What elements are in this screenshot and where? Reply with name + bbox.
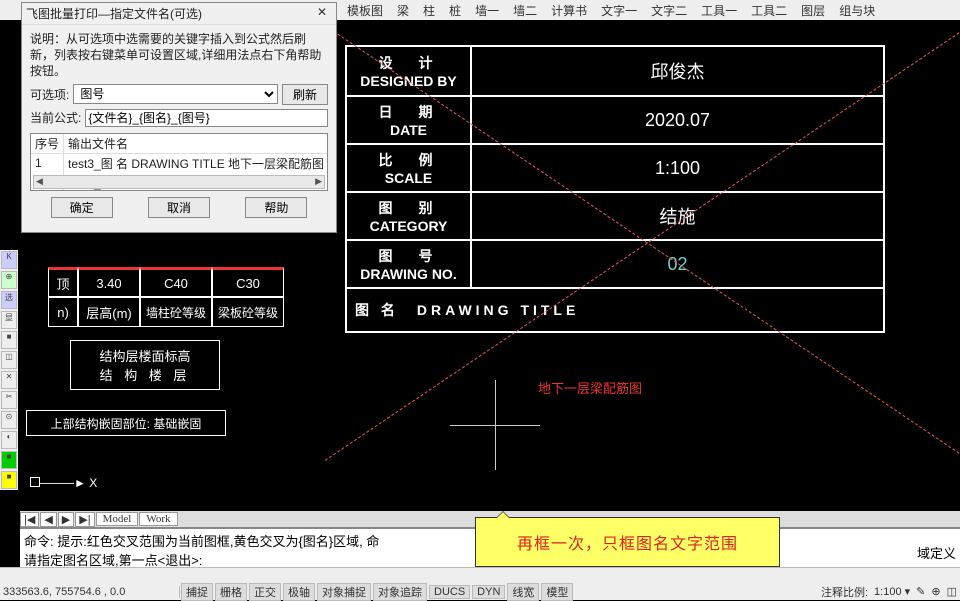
floor-label: 结构层楼面标高结 构 楼 层 <box>70 340 220 390</box>
tool-button[interactable]: ⊙ <box>1 411 17 429</box>
tab-nav[interactable]: ▶| <box>75 512 94 527</box>
annotation-bar <box>0 567 960 583</box>
embed-label: 上部结构嵌固部位: 基础嵌固 <box>26 410 226 436</box>
filename-table[interactable]: 序号输出文件名 1test3_图 名 DRAWING TITLE 地下一层梁配筋… <box>30 133 328 191</box>
status-toggle[interactable]: 对象追踪 <box>373 583 427 601</box>
tool-button[interactable]: ◫ <box>1 351 17 369</box>
tool-button[interactable]: ⊕ <box>1 271 17 289</box>
hint-balloon: 再框一次，只框图名文字范围 <box>475 517 780 567</box>
cancel-button[interactable]: 取消 <box>148 197 210 218</box>
ucs-icon: ────► X <box>30 476 97 490</box>
tool-button[interactable]: ✕ <box>1 371 17 389</box>
tool-button[interactable]: K <box>1 251 17 269</box>
anno-scale-value[interactable]: 1:100 ▾ <box>874 585 910 598</box>
status-toggle[interactable]: 线宽 <box>507 583 539 601</box>
status-toggle[interactable]: 栅格 <box>215 583 247 601</box>
filename-dialog: 飞图批量打印—指定文件名(可选) ✕ 说明：从可选项中选需要的关键字插入到公式然… <box>21 2 337 233</box>
tab-work[interactable]: Work <box>139 512 177 526</box>
table-row: 1test3_图 名 DRAWING TITLE 地下一层梁配筋图 <box>31 153 328 173</box>
status-toggle[interactable]: 正交 <box>249 583 281 601</box>
tool-button[interactable]: 选 <box>1 291 17 309</box>
status-toggle[interactable]: DYN <box>472 585 505 599</box>
tool-button[interactable]: ■ <box>1 471 17 489</box>
status-icon[interactable]: ⊕ <box>931 585 940 598</box>
menu-item[interactable]: 工具二 <box>751 2 787 19</box>
option-select[interactable]: 图号 <box>73 84 278 104</box>
menu-item[interactable]: 桩 <box>449 2 461 19</box>
menu-item[interactable]: 计算书 <box>551 2 587 19</box>
menu-item[interactable]: 梁 <box>397 2 409 19</box>
tab-nav[interactable]: ▶ <box>58 512 74 527</box>
tab-nav[interactable]: |◀ <box>20 512 39 527</box>
anno-scale-label: 注释比例: <box>821 584 868 600</box>
menu-item[interactable]: 文字一 <box>601 2 637 19</box>
tool-button[interactable]: ■ <box>1 331 17 349</box>
tool-button[interactable]: ✂ <box>1 391 17 409</box>
formula-input[interactable] <box>85 109 328 127</box>
tab-nav[interactable]: ◀ <box>40 512 56 527</box>
col-seq: 序号 <box>31 134 64 154</box>
drawing-name-text: 地下一层梁配筋图 <box>538 378 642 397</box>
menu-item[interactable]: 柱 <box>423 2 435 19</box>
status-icon[interactable]: ◫ <box>947 585 957 598</box>
menu-item[interactable]: 文字二 <box>651 2 687 19</box>
status-icon[interactable]: ✎ <box>916 585 925 598</box>
status-toggle[interactable]: 对象捕捉 <box>317 583 371 601</box>
refresh-button[interactable]: 刷新 <box>282 84 328 105</box>
dialog-title: 飞图批量打印—指定文件名(可选) <box>26 5 202 22</box>
command-line-right: 域定义 <box>917 543 956 562</box>
tool-button[interactable]: ■ <box>1 451 17 469</box>
close-icon[interactable]: ✕ <box>312 5 332 22</box>
tool-button[interactable]: 显 <box>1 311 17 329</box>
status-toggle[interactable]: 模型 <box>541 583 573 601</box>
floor-table: 顶 3.40 C40 C30 n) 层高(m) 墙柱砼等级 梁板砼等级 <box>48 267 298 327</box>
coordinates: 333563.6, 755754.6 , 0.0 <box>0 586 180 598</box>
col-name: 输出文件名 <box>64 134 328 154</box>
dialog-description: 说明：从可选项中选需要的关键字插入到公式然后刷新，列表按右键菜单可设置区域,详细… <box>30 31 328 80</box>
menu-item[interactable]: 组与块 <box>839 2 875 19</box>
menu-item[interactable]: 墙二 <box>513 2 537 19</box>
formula-label: 当前公式: <box>30 109 81 126</box>
h-scrollbar[interactable] <box>33 175 325 189</box>
status-toggle[interactable]: 极轴 <box>283 583 315 601</box>
status-bar: 333563.6, 755754.6 , 0.0 捕捉 栅格 正交 极轴 对象捕… <box>0 583 960 600</box>
drawing-title: 图 名 DRAWING TITLE <box>347 287 883 331</box>
option-label: 可选项: <box>30 86 69 103</box>
tool-button[interactable]: ◐ <box>1 431 17 449</box>
left-toolbar: K ⊕ 选 显 ■ ◫ ✕ ✂ ⊙ ◐ ■ ■ <box>0 250 18 490</box>
title-block: 设 计DESIGNED BY邱俊杰 日 期DATE2020.07 比 例SCAL… <box>345 45 885 333</box>
tab-model[interactable]: Model <box>96 512 139 526</box>
menu-item[interactable]: 工具一 <box>701 2 737 19</box>
ok-button[interactable]: 确定 <box>51 197 113 218</box>
status-toggle[interactable]: DUCS <box>429 585 470 599</box>
menu-item[interactable]: 墙一 <box>475 2 499 19</box>
help-button[interactable]: 帮助 <box>245 197 307 218</box>
status-toggle[interactable]: 捕捉 <box>181 583 213 601</box>
cursor-line <box>450 425 540 426</box>
menu-item[interactable]: 图层 <box>801 2 825 19</box>
menu-item[interactable]: 模板图 <box>347 2 383 19</box>
